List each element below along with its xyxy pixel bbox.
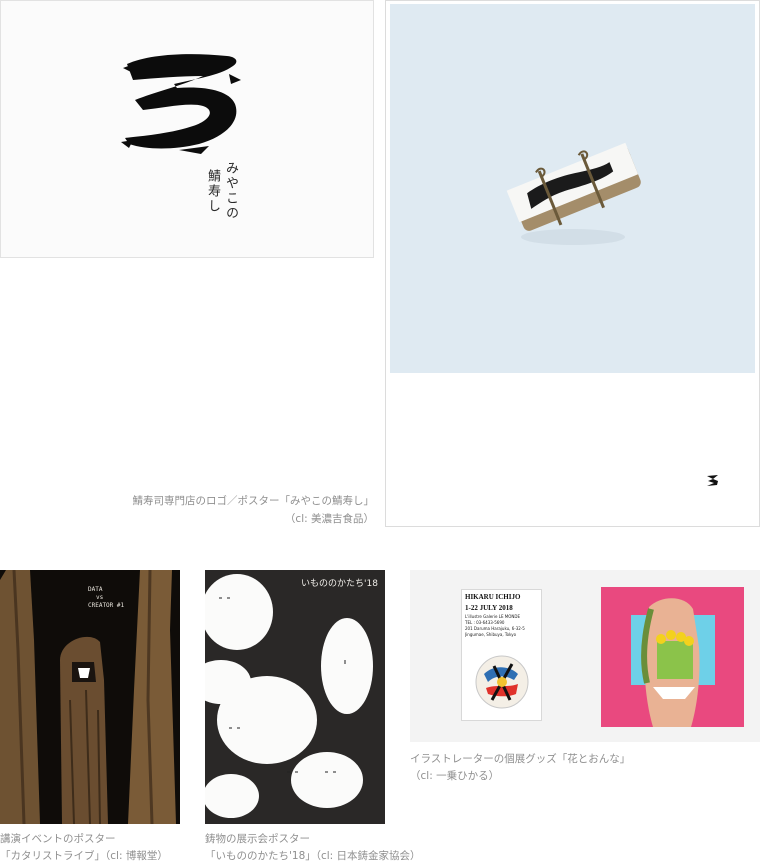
catalyst-poster-title: DATA vs CREATOR #1 [88, 586, 124, 610]
sabazushi-caption-client: （cl: 美濃吉食品） [284, 513, 374, 525]
logo-text-col1: みやこの [223, 161, 238, 221]
poster-photo [390, 4, 755, 373]
imono-poster-title: いもののかたち'18 [301, 579, 378, 589]
imono-caption-title: 鋳物の展示会ポスター [205, 833, 310, 845]
badge-card-address2: Jingumae, Shibuya, Tokyo [465, 632, 517, 637]
poster-small-logo [707, 475, 718, 486]
logo-text-col2: 鯖寿し [205, 169, 220, 214]
badge-card-tel: TEL : 03-6433-5690 [465, 620, 505, 625]
sushi-package-image [506, 142, 641, 245]
imono-illustration [205, 574, 373, 818]
badge-card-venue: L'illustre Galerie LE MONDE [465, 614, 520, 619]
sabazushi-caption-title: 鯖寿司専門店のロゴ／ポスター「みやこの鯖寿し」 [132, 495, 375, 507]
brush-logo-mark [121, 54, 241, 154]
hanato-caption-title: イラストレーターの個展グッズ「花とおんな」 [410, 753, 631, 765]
catalyst-title-line2: vs [96, 594, 104, 601]
catalyst-poster[interactable]: DATA vs CREATOR #1 [0, 570, 180, 824]
badge-card-dates: 1-22 JULY 2018 [465, 604, 513, 612]
catalyst-caption-title: 講演イベントのポスター [0, 833, 116, 845]
catalyst-title-line1: DATA [88, 586, 103, 593]
badge-button-image [475, 655, 529, 709]
badge-card-address1: 201 Daruma Harajuku, 6-32-5 [465, 626, 525, 631]
catalyst-caption-client: 「カタリストライブ」（cl: 博報堂） [0, 850, 168, 862]
logo-card[interactable]: みやこの 鯖寿し [0, 0, 374, 258]
logo-wordmark: みやこの 鯖寿し [200, 161, 240, 221]
hanato-book-illustration [601, 587, 744, 727]
catalyst-title-line3: CREATOR #1 [88, 602, 125, 609]
hanato-caption-client: （cl: 一乗ひかる） [410, 770, 500, 782]
badge-card: HIKARU ICHIJO 1-22 JULY 2018 L'illustre … [461, 589, 542, 721]
imono-caption-client: 「いもののかたち'18」（cl: 日本鋳金家協会） [205, 850, 421, 862]
imono-poster[interactable]: いもののかたち'18 [205, 570, 385, 824]
badge-card-name: HIKARU ICHIJO [465, 593, 521, 601]
